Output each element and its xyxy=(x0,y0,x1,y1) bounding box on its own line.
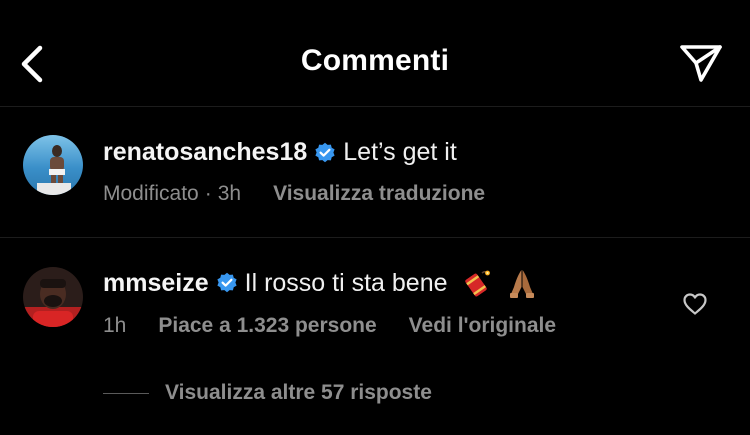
header-bar: Commenti xyxy=(0,0,750,107)
comment-meta: 1h Piace a 1.323 persone Vedi l'original… xyxy=(103,314,556,338)
page-title: Commenti xyxy=(300,44,450,77)
folded-hands-emoji-icon xyxy=(506,267,538,299)
timestamp: 1h xyxy=(103,314,127,337)
comment-text: Il rosso ti sta bene xyxy=(244,268,448,297)
view-replies-label: Visualizza altre 57 risposte xyxy=(165,381,432,404)
comments-screen: Commenti renatosanches18 Let’s get it Mo… xyxy=(0,0,750,435)
avatar[interactable] xyxy=(23,267,83,327)
view-replies-button[interactable]: Visualizza altre 57 risposte xyxy=(103,381,432,405)
caption-comment: renatosanches18 Let’s get it Modificato … xyxy=(0,107,750,238)
username[interactable]: mmseize xyxy=(103,269,209,298)
comment-text: Let’s get it xyxy=(343,138,457,166)
see-original-link[interactable]: Vedi l'originale xyxy=(409,314,556,338)
share-button[interactable] xyxy=(676,38,726,88)
translate-link[interactable]: Visualizza traduzione xyxy=(273,182,485,206)
caption-line: renatosanches18 Let’s get it xyxy=(103,138,457,167)
edited-label: Modificato xyxy=(103,182,199,205)
avatar[interactable] xyxy=(23,135,83,195)
replies-divider xyxy=(103,392,149,394)
firecracker-emoji-icon xyxy=(460,267,492,299)
separator: · xyxy=(204,182,212,205)
timestamp: 3h xyxy=(217,182,242,205)
username[interactable]: renatosanches18 xyxy=(103,138,307,167)
comment-line: mmseize Il rosso ti sta bene xyxy=(103,267,538,299)
caption-meta: Modificato · 3h Visualizza traduzione xyxy=(103,182,485,206)
verified-badge-icon xyxy=(314,142,336,164)
like-button[interactable] xyxy=(681,290,709,318)
heart-outline-icon xyxy=(683,293,707,315)
verified-badge-icon xyxy=(216,272,238,294)
paper-plane-icon xyxy=(680,45,722,82)
comment-item: mmseize Il rosso ti sta bene 1h Piace a … xyxy=(0,238,750,435)
likes-link[interactable]: Piace a 1.323 persone xyxy=(158,314,376,338)
